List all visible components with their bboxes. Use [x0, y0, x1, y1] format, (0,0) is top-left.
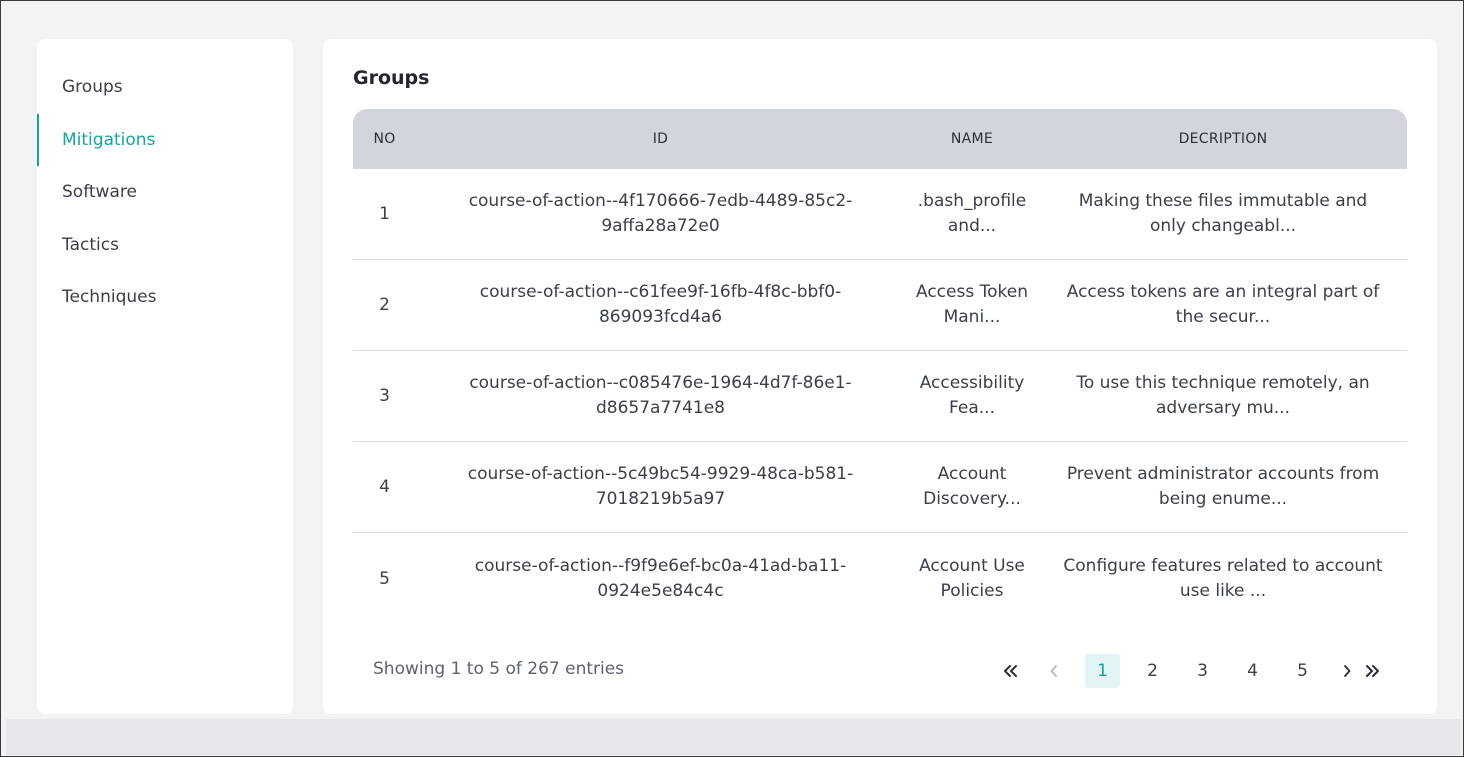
- double-chevron-right-icon: [1365, 664, 1381, 678]
- next-page-button[interactable]: [1334, 654, 1360, 688]
- cell-no: 4: [379, 477, 390, 497]
- cell-description: Prevent administrator accounts from bein…: [1066, 464, 1380, 509]
- cell-description: Configure features related to account us…: [1063, 555, 1383, 601]
- cell-no: 2: [379, 295, 390, 315]
- sidebar-item-mitigations[interactable]: Mitigations: [37, 113, 293, 167]
- page-button-2[interactable]: 2: [1135, 654, 1170, 688]
- last-page-button[interactable]: [1360, 654, 1386, 688]
- page-button-1[interactable]: 1: [1085, 654, 1120, 688]
- cell-id: course-of-action--4f170666-7edb-4489-85c…: [468, 191, 853, 236]
- previous-page-button[interactable]: [1037, 654, 1071, 688]
- column-header-name: NAME: [950, 130, 994, 147]
- table-header: NO ID NAME DECRIPTION: [353, 109, 1407, 169]
- app-window: Groups Mitigations Software Tactics Tech…: [0, 0, 1464, 757]
- column-header-id: ID: [652, 130, 669, 147]
- page-button-3[interactable]: 3: [1185, 654, 1220, 688]
- cell-description: Access tokens are an integral part of th…: [1066, 282, 1380, 327]
- page-button-4[interactable]: 4: [1235, 654, 1270, 688]
- sidebar-item-techniques[interactable]: Techniques: [37, 271, 293, 324]
- cell-id: course-of-action--5c49bc54-9929-48ca-b58…: [467, 464, 854, 509]
- cell-name: .bash_profile and...: [917, 191, 1027, 236]
- bottom-strip: [6, 719, 1461, 755]
- sidebar-item-groups[interactable]: Groups: [37, 61, 293, 114]
- cell-id: course-of-action--f9f9e6ef-bc0a-41ad-ba1…: [474, 555, 847, 601]
- cell-no: 3: [379, 386, 390, 406]
- cell-id: course-of-action--c085476e-1964-4d7f-86e…: [469, 373, 852, 418]
- cell-name: Account Discovery...: [923, 464, 1021, 509]
- cell-description: Making these files immutable and only ch…: [1078, 191, 1368, 236]
- table-row[interactable]: 2 course-of-action--c61fee9f-16fb-4f8c-b…: [353, 260, 1407, 351]
- chevron-left-icon: [1049, 664, 1059, 678]
- cell-name: Accessibility Fea...: [919, 373, 1025, 418]
- cell-name: Access Token Mani...: [916, 282, 1028, 327]
- sidebar-item-software[interactable]: Software: [37, 166, 293, 219]
- cell-no: 1: [379, 204, 390, 224]
- main-panel: Groups NO ID NAME DECRIPTION 1 course-of…: [323, 39, 1437, 714]
- table-row[interactable]: 1 course-of-action--4f170666-7edb-4489-8…: [353, 169, 1407, 260]
- cell-name: Account Use Policies: [919, 555, 1025, 601]
- column-header-description: DECRIPTION: [1178, 130, 1268, 147]
- column-header-no: NO: [373, 131, 396, 147]
- table-row[interactable]: 3 course-of-action--c085476e-1964-4d7f-8…: [353, 351, 1407, 442]
- entries-info: Showing 1 to 5 of 267 entries: [373, 659, 625, 679]
- cell-description: To use this technique remotely, an adver…: [1076, 373, 1370, 418]
- sidebar: Groups Mitigations Software Tactics Tech…: [37, 39, 293, 714]
- double-chevron-left-icon: [1002, 664, 1018, 678]
- page-button-5[interactable]: 5: [1285, 654, 1320, 688]
- chevron-right-icon: [1342, 664, 1352, 678]
- page-title: Groups: [353, 67, 430, 89]
- sidebar-item-tactics[interactable]: Tactics: [37, 219, 293, 272]
- mitigations-table: NO ID NAME DECRIPTION 1 course-of-action…: [353, 109, 1407, 624]
- cell-id: course-of-action--c61fee9f-16fb-4f8c-bbf…: [479, 282, 842, 327]
- first-page-button[interactable]: [993, 654, 1027, 688]
- pagination: 1 2 3 4 5: [993, 654, 1386, 688]
- table-row[interactable]: 5 course-of-action--f9f9e6ef-bc0a-41ad-b…: [353, 533, 1407, 624]
- table-row[interactable]: 4 course-of-action--5c49bc54-9929-48ca-b…: [353, 442, 1407, 533]
- cell-no: 5: [379, 568, 390, 589]
